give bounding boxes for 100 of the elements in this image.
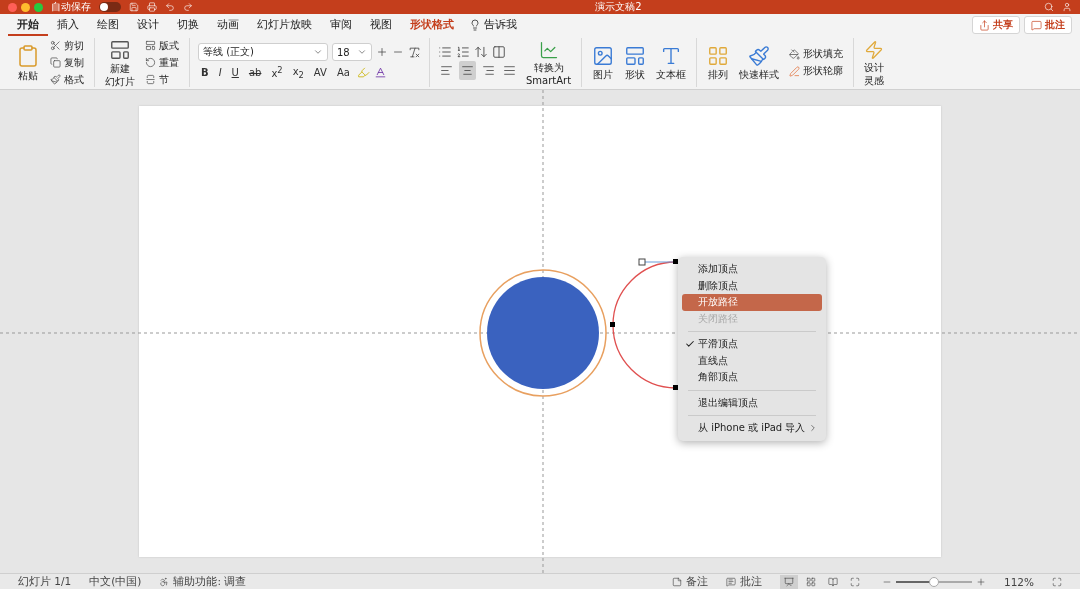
accessibility-icon — [159, 576, 170, 587]
format-button[interactable]: B — [198, 63, 212, 82]
accessibility-label[interactable]: 辅助功能: 调查 — [173, 574, 247, 589]
reset-button[interactable]: 重置 — [143, 55, 181, 70]
window-title: 演示文稿2 — [594, 0, 643, 14]
comments-button[interactable]: 批注 — [739, 574, 762, 589]
ribbon-tab[interactable]: 设计 — [128, 14, 168, 36]
cut-button[interactable]: 剪切 — [48, 38, 86, 53]
share-button[interactable]: 共享 — [972, 16, 1020, 34]
brush-icon — [748, 45, 771, 67]
view-icon — [827, 576, 838, 587]
ribbon-tab[interactable]: 审阅 — [321, 14, 361, 36]
line-spacing-icon — [474, 45, 488, 59]
search-icon — [1044, 2, 1054, 12]
menu-item[interactable]: 角部顶点 — [682, 369, 822, 386]
font-size-field[interactable]: 18 — [332, 43, 372, 61]
comments-button[interactable]: 批注 — [1024, 16, 1072, 34]
menu-item[interactable]: 添加顶点 — [682, 261, 822, 278]
columns-icon — [492, 45, 506, 59]
half-circle-path[interactable] — [610, 258, 678, 390]
menu-item[interactable]: 直线点 — [682, 352, 822, 369]
align-icon — [482, 64, 495, 77]
picture-button[interactable]: 图片 — [590, 45, 617, 80]
shape-outline-button[interactable]: 形状轮廓 — [787, 63, 846, 79]
view-button[interactable] — [779, 574, 798, 589]
share-icon — [979, 19, 990, 31]
notes-icon — [671, 576, 682, 587]
ribbon-tab[interactable]: 幻灯片放映 — [248, 14, 321, 36]
format-button[interactable]: ab — [245, 63, 265, 82]
ribbon-tab[interactable]: 切换 — [168, 14, 208, 36]
view-icon — [805, 576, 816, 587]
align-icon — [503, 64, 516, 77]
designer-button[interactable]: 设计 灵感 — [862, 39, 887, 86]
format-button[interactable]: x$_{2}$ — [289, 63, 307, 82]
menu-item[interactable]: 平滑顶点 — [682, 336, 822, 353]
ribbon-tab[interactable]: 插入 — [48, 14, 88, 36]
font-color-icon — [373, 66, 387, 79]
chevron-down-icon — [313, 47, 323, 57]
undo-icon — [165, 2, 175, 12]
redo-icon — [183, 2, 193, 12]
arrange-button[interactable]: 排列 — [705, 45, 732, 80]
autosave-toggle[interactable] — [99, 2, 121, 12]
zoom-thumb[interactable] — [928, 576, 939, 587]
menu-item[interactable]: 删除顶点 — [682, 277, 822, 294]
chevron-down-icon — [357, 47, 367, 57]
close-button[interactable] — [8, 2, 17, 12]
align-icon — [440, 64, 453, 77]
autosave-label: 自动保存 — [51, 0, 91, 14]
format-button[interactable]: AV — [310, 63, 330, 82]
maximize-button[interactable] — [34, 2, 43, 12]
format-button[interactable]: x$^{2}$ — [268, 63, 286, 82]
notes-button[interactable]: 备注 — [685, 574, 708, 589]
lightning-icon — [864, 39, 885, 60]
bullets-icon — [438, 45, 452, 59]
tell-me-button[interactable]: 告诉我 — [463, 18, 523, 32]
language-label: 中文(中国) — [89, 574, 142, 589]
format-button[interactable]: Aa — [333, 63, 353, 82]
format-painter-button[interactable]: 格式 — [48, 72, 86, 87]
menu-item[interactable]: 退出编辑顶点 — [682, 394, 822, 411]
smartart-button[interactable]: 转换为 SmartArt — [524, 39, 574, 86]
save-icon — [129, 2, 139, 12]
textbox-button[interactable]: 文本框 — [654, 45, 689, 80]
ribbon-tab[interactable]: 视图 — [361, 14, 401, 36]
shape-fill-button[interactable]: 形状填充 — [787, 46, 846, 62]
ribbon-tab[interactable]: 绘图 — [88, 14, 128, 36]
shape-button[interactable]: 形状 — [622, 45, 649, 80]
scissors-icon — [50, 40, 61, 51]
numbering-icon — [456, 45, 470, 59]
fit-slide-icon — [1052, 576, 1062, 587]
format-button[interactable]: I — [215, 63, 225, 82]
format-button[interactable]: U — [228, 63, 242, 82]
highlighter-icon — [356, 66, 370, 79]
font-name-field[interactable]: 等线 (正文) — [198, 43, 328, 61]
new-slide-button[interactable]: 新建 幻灯片 — [103, 38, 137, 87]
view-icon — [783, 576, 794, 587]
section-icon — [145, 74, 156, 85]
copy-icon — [50, 57, 61, 68]
layout-icon — [145, 40, 156, 51]
quick-styles-button[interactable]: 快速样式 — [737, 45, 782, 80]
reset-icon — [145, 57, 156, 68]
print-icon — [147, 2, 157, 12]
ribbon-tab[interactable]: 形状格式 — [401, 14, 463, 36]
layout-button[interactable]: 版式 — [143, 38, 181, 53]
lightbulb-icon — [469, 19, 481, 31]
comment-icon — [1031, 19, 1042, 31]
copy-button[interactable]: 复制 — [48, 55, 86, 70]
clear-formatting-icon — [408, 45, 421, 59]
paste-button[interactable]: 粘贴 — [14, 44, 42, 81]
menu-item[interactable]: 从 iPhone 或 iPad 导入 — [682, 420, 822, 437]
menu-item[interactable]: 开放路径 — [682, 294, 822, 311]
align-icon — [461, 64, 474, 77]
circle-shape[interactable] — [487, 277, 599, 389]
smartart-icon — [538, 39, 559, 60]
align-button[interactable] — [459, 61, 476, 80]
ribbon-tab[interactable]: 动画 — [208, 14, 248, 36]
section-button[interactable]: 节 — [143, 72, 181, 87]
zoom-reading: 112% — [1003, 575, 1034, 588]
paintbrush-icon — [50, 74, 61, 85]
minimize-button[interactable] — [21, 2, 30, 12]
clipboard-icon — [16, 44, 40, 68]
